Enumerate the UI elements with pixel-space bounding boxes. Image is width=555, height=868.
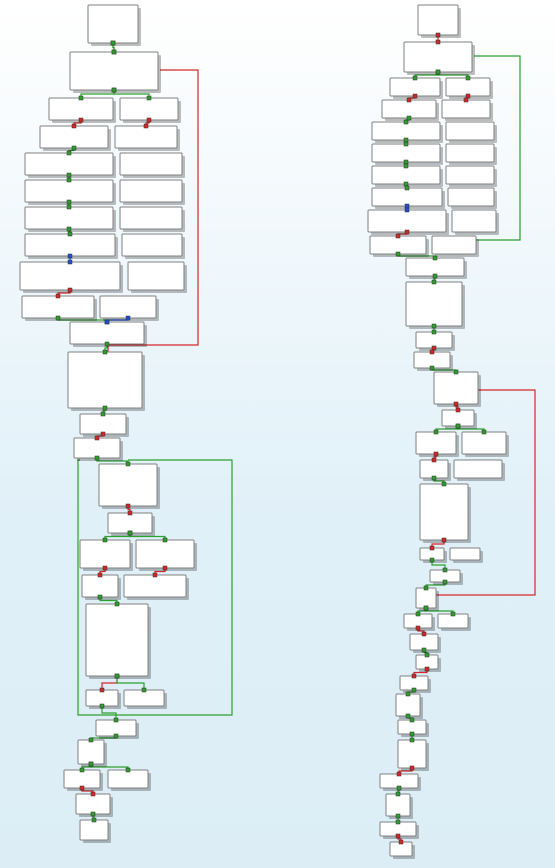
flow-node[interactable] <box>25 180 113 202</box>
flow-node[interactable] <box>120 153 182 175</box>
flow-node[interactable] <box>64 770 100 788</box>
flow-node[interactable] <box>88 5 138 43</box>
flow-node[interactable] <box>96 720 136 736</box>
flow-node[interactable] <box>410 634 438 650</box>
flow-node[interactable] <box>108 770 148 788</box>
flow-node[interactable] <box>115 126 177 148</box>
flow-node[interactable] <box>442 100 490 118</box>
flow-node[interactable] <box>49 98 113 120</box>
flow-node[interactable] <box>446 78 490 96</box>
flow-node[interactable] <box>454 460 502 478</box>
flow-node[interactable] <box>122 234 182 256</box>
flow-node[interactable] <box>462 432 506 454</box>
flow-node[interactable] <box>416 432 456 454</box>
flow-node[interactable] <box>418 5 458 35</box>
flow-node[interactable] <box>396 694 420 716</box>
flow-node[interactable] <box>432 236 476 254</box>
flow-node[interactable] <box>368 210 446 232</box>
flow-node[interactable] <box>70 322 144 344</box>
flow-diagram <box>0 0 555 868</box>
flow-node[interactable] <box>128 262 184 290</box>
flow-node[interactable] <box>416 332 452 348</box>
flow-node[interactable] <box>99 464 157 506</box>
flow-node[interactable] <box>446 144 494 162</box>
flow-node[interactable] <box>82 575 118 597</box>
flow-node[interactable] <box>80 414 126 434</box>
flow-node[interactable] <box>398 740 426 768</box>
flow-node[interactable] <box>74 438 120 458</box>
flow-node[interactable] <box>416 588 436 608</box>
flow-node[interactable] <box>372 144 440 162</box>
flow-node[interactable] <box>452 210 496 232</box>
flow-node[interactable] <box>78 740 104 764</box>
flow-node[interactable] <box>372 166 440 184</box>
flow-node[interactable] <box>120 180 182 202</box>
flow-node[interactable] <box>370 236 426 254</box>
flow-node[interactable] <box>100 296 156 318</box>
flow-node[interactable] <box>446 122 494 140</box>
flow-node[interactable] <box>420 484 468 540</box>
flow-node[interactable] <box>382 100 436 118</box>
flow-node[interactable] <box>120 98 178 120</box>
flow-node[interactable] <box>76 794 110 814</box>
flow-node[interactable] <box>136 540 194 568</box>
flow-node[interactable] <box>86 604 148 676</box>
flow-node[interactable] <box>372 122 440 140</box>
flow-node[interactable] <box>446 166 494 184</box>
flow-node[interactable] <box>124 690 164 706</box>
flow-node[interactable] <box>20 262 120 290</box>
nodes-layer <box>20 5 506 856</box>
flow-node[interactable] <box>450 548 480 560</box>
flow-node[interactable] <box>414 352 450 368</box>
flow-node[interactable] <box>420 460 448 478</box>
flow-node[interactable] <box>80 820 108 840</box>
flow-node[interactable] <box>68 352 142 408</box>
flow-node[interactable] <box>390 78 440 96</box>
flow-node[interactable] <box>80 540 130 568</box>
flow-node[interactable] <box>25 153 113 175</box>
flow-node[interactable] <box>404 42 472 72</box>
flow-node[interactable] <box>108 513 152 533</box>
flow-node[interactable] <box>434 372 478 404</box>
flow-node[interactable] <box>442 410 474 426</box>
flow-node[interactable] <box>406 258 464 276</box>
flow-node[interactable] <box>25 207 113 229</box>
flow-node[interactable] <box>372 188 442 206</box>
flow-node[interactable] <box>70 52 158 90</box>
flow-node[interactable] <box>86 690 118 706</box>
flow-node[interactable] <box>22 296 94 318</box>
flow-node[interactable] <box>124 575 186 597</box>
flow-node[interactable] <box>386 794 410 816</box>
flow-node[interactable] <box>120 207 182 229</box>
flow-node[interactable] <box>448 188 494 206</box>
flow-node[interactable] <box>40 126 108 148</box>
flow-node[interactable] <box>25 234 115 256</box>
flow-node[interactable] <box>406 282 462 326</box>
